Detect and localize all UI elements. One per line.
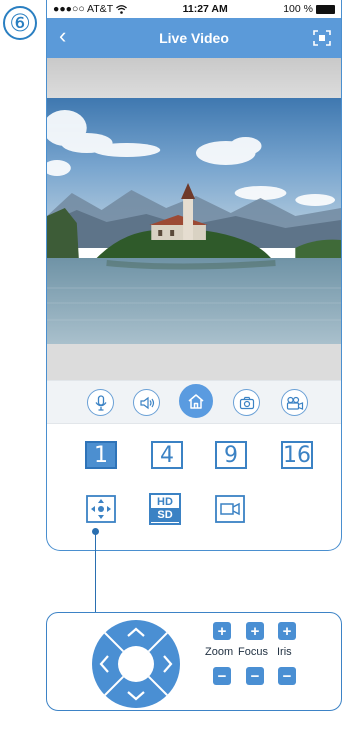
video-letterbox-bottom: [47, 344, 341, 380]
status-bar: ●●●○○ AT&T 11:27 AM 100 %: [47, 0, 341, 18]
nav-bar: ‹ Live Video: [47, 18, 341, 58]
battery-icon: [316, 4, 335, 14]
snapshot-button[interactable]: [233, 389, 260, 416]
record-button[interactable]: [281, 389, 308, 416]
wifi-icon: [116, 4, 128, 14]
iris-minus-button[interactable]: −: [278, 667, 296, 685]
control-toolbar: [47, 380, 341, 424]
page-title: Live Video: [159, 30, 229, 46]
grid-4-button[interactable]: 4: [151, 441, 183, 469]
ptz-panel: + + + Zoom Focus Iris − − −: [46, 612, 342, 711]
video-mode-button[interactable]: [214, 494, 246, 524]
video-camera-icon: [215, 495, 245, 523]
carrier-label: ●●●○○ AT&T: [53, 3, 114, 15]
focus-minus-button[interactable]: −: [246, 667, 264, 685]
sd-label: SD: [151, 509, 179, 522]
microphone-icon: [94, 394, 107, 411]
battery-label: 100 %: [283, 3, 313, 15]
chevron-left-icon[interactable]: ‹: [59, 23, 66, 49]
grid-16-button[interactable]: 16: [281, 441, 313, 469]
iris-plus-button[interactable]: +: [278, 622, 296, 640]
ptz-icon: [86, 495, 116, 523]
ptz-direction-pad: [92, 620, 180, 708]
fullscreen-icon[interactable]: [313, 30, 331, 46]
hd-label: HD: [151, 496, 179, 509]
camera-icon: [239, 396, 254, 409]
zoom-plus-button[interactable]: +: [213, 622, 231, 640]
step-number-badge: ⑥: [3, 6, 37, 40]
record-icon: [286, 396, 303, 410]
video-letterbox-top: [47, 58, 341, 98]
live-video-feed[interactable]: [47, 98, 341, 344]
focus-plus-button[interactable]: +: [246, 622, 264, 640]
home-button[interactable]: [179, 384, 213, 418]
speaker-button[interactable]: [133, 389, 160, 416]
focus-label: Focus: [238, 646, 268, 658]
grid-9-button[interactable]: 9: [215, 441, 247, 469]
phone-screen: ●●●○○ AT&T 11:27 AM 100 % ‹ Live Video 1…: [46, 0, 342, 551]
callout-line: [95, 532, 96, 612]
iris-label: Iris: [277, 646, 292, 658]
ptz-button[interactable]: [85, 494, 117, 524]
grid-1-button[interactable]: 1: [85, 441, 117, 469]
speaker-icon: [139, 396, 154, 409]
home-icon: [188, 393, 204, 409]
status-time: 11:27 AM: [182, 3, 228, 15]
zoom-minus-button[interactable]: −: [213, 667, 231, 685]
hd-sd-button[interactable]: HD SD: [149, 493, 181, 525]
zoom-label: Zoom: [205, 646, 234, 658]
microphone-button[interactable]: [87, 389, 114, 416]
